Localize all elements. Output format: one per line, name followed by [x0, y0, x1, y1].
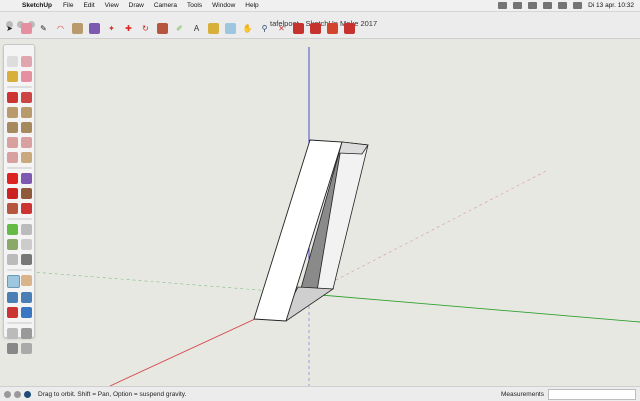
tool-palette [3, 44, 35, 354]
rectangle-tool-icon[interactable] [7, 107, 18, 118]
menu-draw[interactable]: Draw [124, 2, 149, 9]
measurements-label: Measurements [501, 390, 544, 398]
rotate-tool-icon[interactable]: ↻ [140, 23, 151, 34]
zoom-tool-icon[interactable] [7, 292, 18, 303]
dropbox-icon[interactable] [498, 2, 508, 9]
paint-bucket-tool-icon[interactable] [208, 23, 219, 34]
table-leg-model[interactable] [253, 139, 369, 322]
previous-view-icon[interactable] [21, 307, 32, 318]
scale-tool-icon[interactable] [7, 203, 18, 214]
battery-icon[interactable] [528, 2, 538, 9]
three-point-arc-icon[interactable] [7, 152, 18, 163]
scale-tool-icon[interactable] [157, 23, 168, 34]
menu-camera[interactable]: Camera [149, 2, 182, 9]
model-top-rail [338, 141, 369, 155]
offset-tool-icon[interactable] [21, 203, 32, 214]
arc-tool-icon[interactable] [7, 137, 18, 148]
orbit-tool-icon[interactable] [7, 275, 20, 288]
freehand-tool-icon[interactable] [21, 92, 32, 103]
walk-tool-icon[interactable] [21, 328, 32, 339]
info-icon[interactable] [24, 390, 31, 398]
menu-help[interactable]: Help [240, 2, 263, 9]
select-tool-icon[interactable]: ➤ [4, 23, 15, 34]
menu-tools[interactable]: Tools [182, 2, 207, 9]
status-message: Drag to orbit. Shift = Pan, Option = sus… [38, 390, 187, 398]
dimension-tool-icon[interactable] [21, 224, 32, 235]
menu-window[interactable]: Window [207, 2, 240, 9]
extension-warehouse-icon[interactable] [327, 23, 338, 34]
line-tool-icon[interactable] [7, 92, 18, 103]
menu-view[interactable]: View [100, 2, 124, 9]
circle-tool-icon[interactable] [7, 122, 18, 133]
top-toolbar: ➤ ✎ ◠ ✦ ✚ ↻ ✐ A ✋ ⚲ ✕ [4, 23, 355, 34]
push-pull-icon[interactable] [21, 173, 32, 184]
eraser-tool-icon[interactable] [21, 23, 32, 34]
menu-edit[interactable]: Edit [78, 2, 99, 9]
rotated-rectangle-icon[interactable] [21, 107, 32, 118]
bluetooth-icon[interactable] [513, 2, 523, 9]
two-point-arc-icon[interactable] [21, 137, 32, 148]
search-icon[interactable] [558, 2, 568, 9]
green-axis-line [308, 293, 640, 323]
pencil-tool-icon[interactable]: ✎ [38, 23, 49, 34]
text-tool-icon[interactable] [21, 239, 32, 250]
pan-tool-icon[interactable]: ✋ [242, 23, 253, 34]
protractor-icon[interactable] [7, 239, 18, 250]
measurements-input[interactable] [548, 388, 636, 400]
menu-app-name[interactable]: SketchUp [20, 2, 58, 9]
clock[interactable]: Di 13 apr. 10:32 [588, 2, 634, 9]
move-tool-icon[interactable] [7, 173, 18, 184]
arc-tool-icon[interactable]: ◠ [55, 23, 66, 34]
menu-file[interactable]: File [58, 2, 78, 9]
control-center-icon[interactable] [573, 2, 583, 9]
polygon-tool-icon[interactable] [21, 122, 32, 133]
pan-tool-icon[interactable] [21, 275, 32, 286]
follow-me-icon[interactable] [21, 188, 32, 199]
model-canvas[interactable] [0, 39, 640, 386]
rotate-tool-icon[interactable] [7, 188, 18, 199]
menu-bar: SketchUp File Edit View Draw Camera Tool… [0, 0, 640, 12]
position-camera-icon[interactable] [7, 328, 18, 339]
select-tool-icon[interactable] [7, 56, 18, 67]
zoom-tool-icon[interactable]: ⚲ [259, 23, 270, 34]
section-plane-icon[interactable] [21, 343, 32, 354]
tape-measure-tool-icon[interactable]: ✐ [174, 23, 185, 34]
axes-tool-icon[interactable] [7, 254, 18, 265]
paint-bucket-icon[interactable] [7, 71, 18, 82]
pie-tool-icon[interactable] [21, 152, 32, 163]
zoom-extents-tool-icon[interactable]: ✕ [276, 23, 287, 34]
make-component-icon[interactable] [21, 56, 32, 67]
share-model-icon[interactable] [310, 23, 321, 34]
model-viewport[interactable] [0, 39, 640, 386]
3d-text-icon[interactable] [21, 254, 32, 265]
offset-tool-icon[interactable]: ✦ [106, 23, 117, 34]
geo-location-icon[interactable] [4, 390, 11, 398]
rectangle-tool-icon[interactable] [72, 23, 83, 34]
look-around-icon[interactable] [7, 343, 18, 354]
credits-icon[interactable] [14, 390, 21, 398]
status-bar: Drag to orbit. Shift = Pan, Option = sus… [0, 386, 640, 401]
zoom-window-icon[interactable] [21, 292, 32, 303]
text-tool-icon[interactable]: A [191, 23, 202, 34]
eraser-icon[interactable] [21, 71, 32, 82]
move-tool-icon[interactable]: ✚ [123, 23, 134, 34]
layout-icon[interactable] [344, 23, 355, 34]
warehouse-icon[interactable] [293, 23, 304, 34]
tape-measure-icon[interactable] [7, 224, 18, 235]
push-pull-tool-icon[interactable] [89, 23, 100, 34]
wifi-icon[interactable] [543, 2, 553, 9]
orbit-tool-icon[interactable] [225, 23, 236, 34]
zoom-extents-icon[interactable] [7, 307, 18, 318]
